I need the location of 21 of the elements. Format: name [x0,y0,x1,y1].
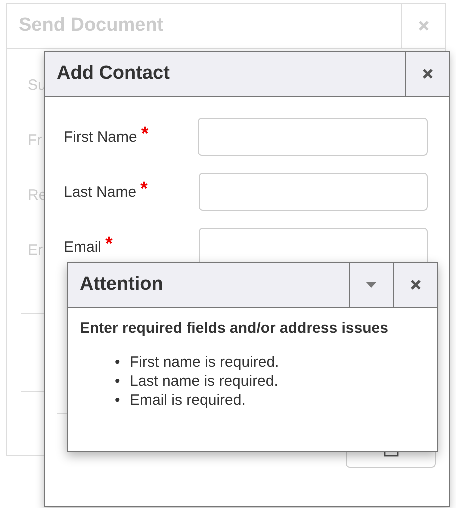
bullet: • [115,391,122,410]
caret-icon [366,282,377,288]
field-label: Email [64,238,102,256]
close-icon [418,20,430,32]
input-field[interactable] [199,173,428,211]
input-field[interactable] [198,118,428,156]
bullet: • [115,353,122,372]
error-message: First name is required. [130,353,280,372]
close-icon [410,279,422,291]
error-message: Email is required. [130,391,246,410]
required-marker: * [106,234,113,256]
required-marker: * [141,124,149,146]
required-marker: * [140,179,148,201]
window-title: Attention [79,273,164,297]
window-title: Add Contact [56,62,171,86]
error-message: Last name is required. [130,372,278,391]
field-label: Last Name [64,184,137,200]
field-label: First Name [64,128,138,146]
close-icon [422,68,434,80]
alert-heading: Enter required fields and/or address issues [80,320,390,337]
bullet: • [115,372,122,391]
